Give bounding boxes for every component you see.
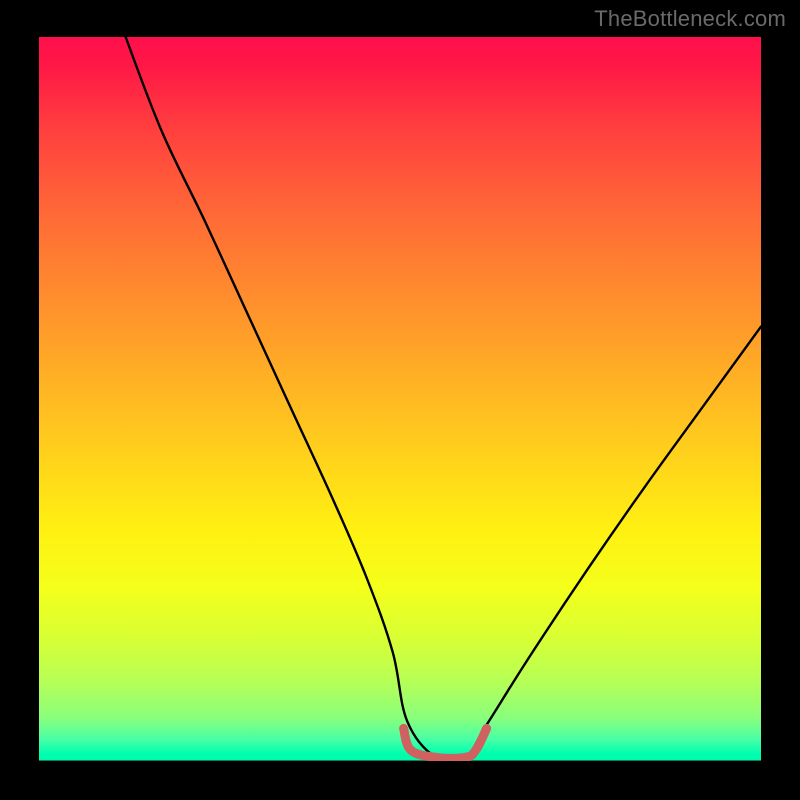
bottleneck-curve [126,37,761,761]
watermark-label: TheBottleneck.com [594,6,786,32]
optimal-zone [404,728,487,758]
chart-container: TheBottleneck.com [0,0,800,800]
plot-area [39,37,761,761]
curve-svg [39,37,761,761]
